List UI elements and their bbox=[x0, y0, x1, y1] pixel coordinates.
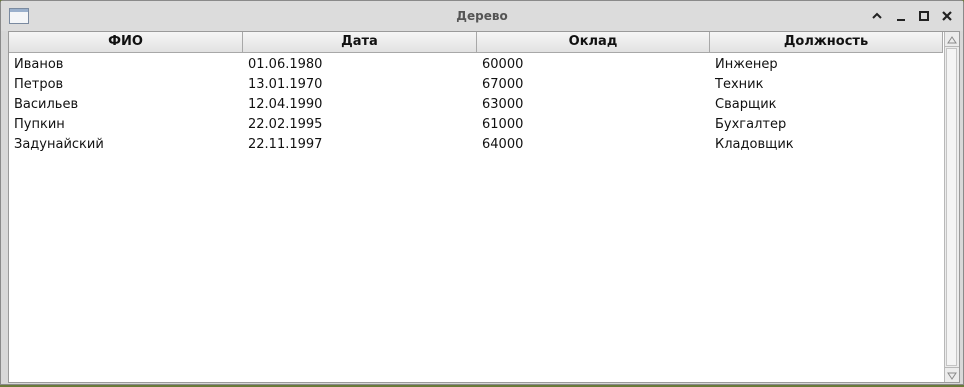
close-icon bbox=[942, 11, 952, 21]
table-row[interactable]: Васильев 12.04.1990 63000 Сварщик bbox=[9, 95, 943, 115]
cell-fio: Васильев bbox=[14, 97, 79, 112]
table-row[interactable]: Задунайский 22.11.1997 64000 Кладовщик bbox=[9, 135, 943, 155]
table-header: ФИО Дата Оклад Должность bbox=[9, 32, 943, 53]
cell-fio: Иванов bbox=[14, 57, 64, 72]
arrow-up-icon bbox=[947, 36, 957, 44]
cell-position: Сварщик bbox=[715, 97, 777, 112]
cell-date: 22.11.1997 bbox=[248, 137, 323, 152]
minimize-button[interactable] bbox=[893, 8, 909, 24]
chevron-up-icon bbox=[872, 12, 882, 19]
scrollbar-track[interactable] bbox=[946, 48, 957, 366]
table-row[interactable]: Петров 13.01.1970 67000 Техник bbox=[9, 75, 943, 95]
cell-fio: Петров bbox=[14, 77, 64, 92]
cell-date: 01.06.1980 bbox=[248, 57, 323, 72]
cell-position: Инженер bbox=[715, 57, 778, 72]
scroll-up-button[interactable] bbox=[945, 32, 959, 47]
table-body: Иванов 01.06.1980 60000 Инженер Петров 1… bbox=[9, 55, 943, 155]
close-button[interactable] bbox=[939, 8, 955, 24]
title-bar[interactable]: Дерево bbox=[1, 1, 963, 31]
maximize-icon bbox=[919, 11, 929, 21]
shade-button[interactable] bbox=[869, 8, 885, 24]
vertical-scrollbar[interactable] bbox=[944, 32, 959, 382]
column-header-date[interactable]: Дата bbox=[243, 32, 477, 53]
column-header-salary[interactable]: Оклад bbox=[477, 32, 710, 53]
column-header-fio[interactable]: ФИО bbox=[9, 32, 243, 53]
cell-position: Бухгалтер bbox=[715, 117, 787, 132]
cell-date: 13.01.1970 bbox=[248, 77, 323, 92]
window-title: Дерево bbox=[456, 9, 508, 23]
cell-date: 12.04.1990 bbox=[248, 97, 323, 112]
table-row[interactable]: Иванов 01.06.1980 60000 Инженер bbox=[9, 55, 943, 75]
arrow-down-icon bbox=[947, 372, 957, 380]
cell-salary: 63000 bbox=[482, 97, 524, 112]
table-row[interactable]: Пупкин 22.02.1995 61000 Бухгалтер bbox=[9, 115, 943, 135]
cell-position: Техник bbox=[715, 77, 764, 92]
column-header-position[interactable]: Должность bbox=[710, 32, 943, 53]
tree-view[interactable]: ФИО Дата Оклад Должность Иванов 01.06.19… bbox=[8, 31, 960, 383]
cell-date: 22.02.1995 bbox=[248, 117, 323, 132]
cell-salary: 60000 bbox=[482, 57, 524, 72]
maximize-button[interactable] bbox=[916, 8, 932, 24]
cell-salary: 61000 bbox=[482, 117, 524, 132]
cell-position: Кладовщик bbox=[715, 137, 794, 152]
cell-fio: Пупкин bbox=[14, 117, 65, 132]
main-window: Дерево ФИО Дата Оклад Должность Иванов 0… bbox=[0, 0, 964, 385]
scroll-down-button[interactable] bbox=[945, 367, 959, 382]
cell-salary: 64000 bbox=[482, 137, 524, 152]
minimize-icon bbox=[897, 19, 905, 21]
cell-salary: 67000 bbox=[482, 77, 524, 92]
cell-fio: Задунайский bbox=[14, 137, 104, 152]
